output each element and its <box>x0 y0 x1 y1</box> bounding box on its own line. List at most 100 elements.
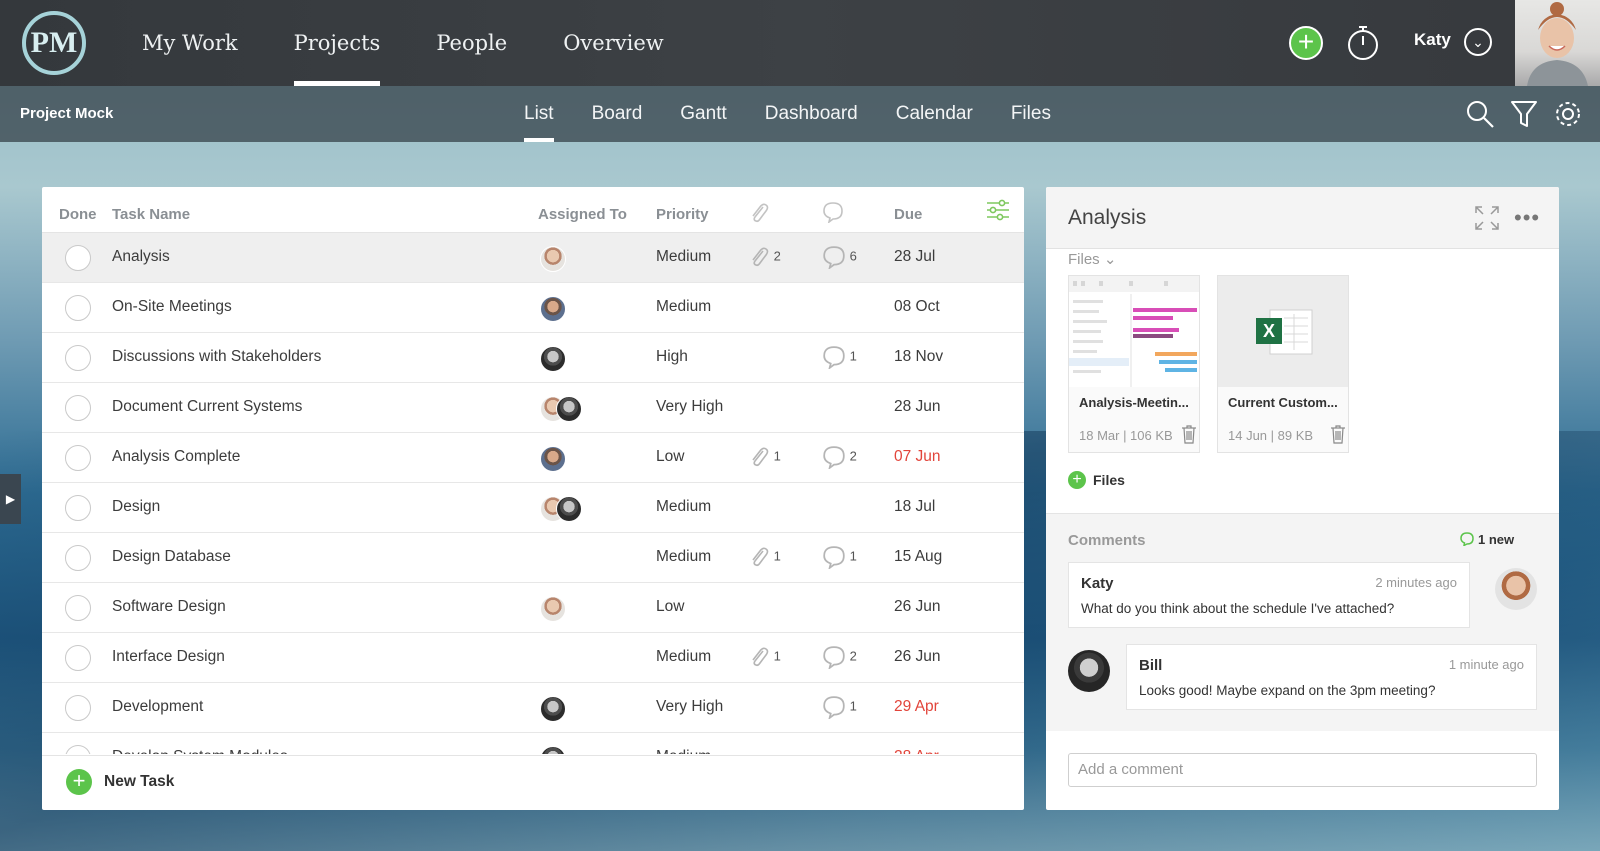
task-due-date[interactable]: 26 Jun <box>894 598 941 616</box>
assignee-avatar[interactable] <box>540 696 566 722</box>
assignee-avatar[interactable] <box>556 396 582 422</box>
done-checkbox[interactable] <box>65 345 91 371</box>
task-name[interactable]: Interface Design <box>112 648 225 666</box>
assignee-avatar[interactable] <box>540 296 566 322</box>
comment-count[interactable]: 2 <box>822 445 857 471</box>
user-name[interactable]: Katy <box>1414 30 1451 50</box>
task-due-date[interactable]: 15 Aug <box>894 548 942 566</box>
task-name[interactable]: Development <box>112 698 203 716</box>
expand-icon[interactable] <box>1474 205 1500 231</box>
task-due-date[interactable]: 28 Apr <box>894 748 939 754</box>
project-name[interactable]: Project Mock <box>20 105 113 122</box>
add-new-plus-icon[interactable]: + <box>1289 26 1323 60</box>
column-settings-icon[interactable] <box>986 199 1010 221</box>
task-name[interactable]: Design Database <box>112 548 231 566</box>
comment-count[interactable]: 2 <box>822 645 857 671</box>
comment-count[interactable]: 1 <box>822 695 857 721</box>
tab-list[interactable]: List <box>524 86 554 142</box>
task-due-date[interactable]: 29 Apr <box>894 698 939 716</box>
column-priority[interactable]: Priority <box>656 206 709 223</box>
task-priority[interactable]: Medium <box>656 648 711 666</box>
attachment-count[interactable]: 1 <box>748 645 781 669</box>
done-checkbox[interactable] <box>65 545 91 571</box>
task-due-date[interactable]: 18 Nov <box>894 348 943 366</box>
comment-count[interactable]: 1 <box>822 545 857 571</box>
task-name[interactable]: Analysis <box>112 248 170 266</box>
column-done[interactable]: Done <box>59 206 97 223</box>
table-row[interactable]: Develop System Modules Medium 28 Apr <box>42 733 1024 754</box>
file-card[interactable]: X Current Custom... 14 Jun | 89 KB <box>1217 275 1349 453</box>
table-row[interactable]: Document Current Systems Very High 28 Jun <box>42 383 1024 433</box>
task-name[interactable]: Analysis Complete <box>112 448 240 466</box>
app-logo[interactable]: PM <box>22 11 86 75</box>
tab-board[interactable]: Board <box>592 86 643 142</box>
column-task-name[interactable]: Task Name <box>112 206 190 223</box>
task-due-date[interactable]: 08 Oct <box>894 298 940 316</box>
gear-icon[interactable] <box>1553 99 1583 129</box>
done-checkbox[interactable] <box>65 645 91 671</box>
nav-projects[interactable]: Projects <box>293 0 380 86</box>
task-priority[interactable]: Medium <box>656 748 711 754</box>
new-comments-count[interactable]: 1 new <box>1478 532 1514 547</box>
done-checkbox[interactable] <box>65 245 91 271</box>
table-row[interactable]: Interface Design Medium 1 2 26 Jun <box>42 633 1024 683</box>
attachment-count[interactable]: 2 <box>748 245 781 269</box>
detail-title[interactable]: Analysis <box>1068 206 1146 230</box>
trash-icon[interactable] <box>1330 424 1346 444</box>
task-due-date[interactable]: 07 Jun <box>894 448 941 466</box>
table-row[interactable]: Discussions with Stakeholders High 1 18 No… <box>42 333 1024 383</box>
assignee-avatar[interactable] <box>556 496 582 522</box>
done-checkbox[interactable] <box>65 745 91 754</box>
task-priority[interactable]: High <box>656 348 688 366</box>
tab-gantt[interactable]: Gantt <box>680 86 726 142</box>
tab-calendar[interactable]: Calendar <box>896 86 973 142</box>
task-name[interactable]: Discussions with Stakeholders <box>112 348 321 366</box>
nav-people[interactable]: People <box>436 0 507 86</box>
table-row[interactable]: Design Database Medium 1 1 15 Aug <box>42 533 1024 583</box>
task-due-date[interactable]: 18 Jul <box>894 498 935 516</box>
add-comment-input[interactable]: Add a comment <box>1068 753 1537 787</box>
table-row[interactable]: Analysis Complete Low 1 2 07 Jun <box>42 433 1024 483</box>
table-row[interactable]: Analysis Medium 2 6 28 Jul <box>42 233 1024 283</box>
file-card[interactable]: Analysis-Meetin... 18 Mar | 106 KB <box>1068 275 1200 453</box>
assignee-avatar[interactable] <box>540 446 566 472</box>
task-priority[interactable]: Very High <box>656 698 723 716</box>
assignee-avatar[interactable] <box>540 596 566 622</box>
table-row[interactable]: Design Medium 18 Jul <box>42 483 1024 533</box>
sidebar-expand-handle[interactable]: ▶ <box>0 474 21 524</box>
filter-icon[interactable] <box>1509 99 1539 129</box>
timer-icon[interactable] <box>1346 25 1380 61</box>
nav-overview[interactable]: Overview <box>563 0 664 86</box>
task-name[interactable]: Document Current Systems <box>112 398 302 416</box>
task-priority[interactable]: Low <box>656 598 684 616</box>
nav-my-work[interactable]: My Work <box>142 0 238 86</box>
column-assigned-to[interactable]: Assigned To <box>538 206 627 223</box>
column-due[interactable]: Due <box>894 206 922 223</box>
tab-dashboard[interactable]: Dashboard <box>765 86 858 142</box>
task-priority[interactable]: Very High <box>656 398 723 416</box>
attachment-count[interactable]: 1 <box>748 545 781 569</box>
attachment-count[interactable]: 1 <box>748 445 781 469</box>
task-priority[interactable]: Medium <box>656 248 711 266</box>
task-priority[interactable]: Medium <box>656 548 711 566</box>
done-checkbox[interactable] <box>65 695 91 721</box>
task-name[interactable]: Design <box>112 498 160 516</box>
trash-icon[interactable] <box>1181 424 1197 444</box>
task-name[interactable]: Develop System Modules <box>112 748 288 754</box>
assignee-avatar[interactable] <box>540 746 566 754</box>
task-due-date[interactable]: 26 Jun <box>894 648 941 666</box>
done-checkbox[interactable] <box>65 445 91 471</box>
task-priority[interactable]: Medium <box>656 498 711 516</box>
done-checkbox[interactable] <box>65 395 91 421</box>
assignee-avatar[interactable] <box>540 246 566 272</box>
table-row[interactable]: Development Very High 1 29 Apr <box>42 683 1024 733</box>
search-icon[interactable] <box>1465 99 1495 129</box>
done-checkbox[interactable] <box>65 295 91 321</box>
task-due-date[interactable]: 28 Jun <box>894 398 941 416</box>
user-avatar[interactable] <box>1515 0 1600 86</box>
comment-count[interactable]: 6 <box>822 245 857 271</box>
column-comments-icon[interactable] <box>822 201 844 223</box>
task-priority[interactable]: Medium <box>656 298 711 316</box>
task-priority[interactable]: Low <box>656 448 684 466</box>
tab-files[interactable]: Files <box>1011 86 1051 142</box>
